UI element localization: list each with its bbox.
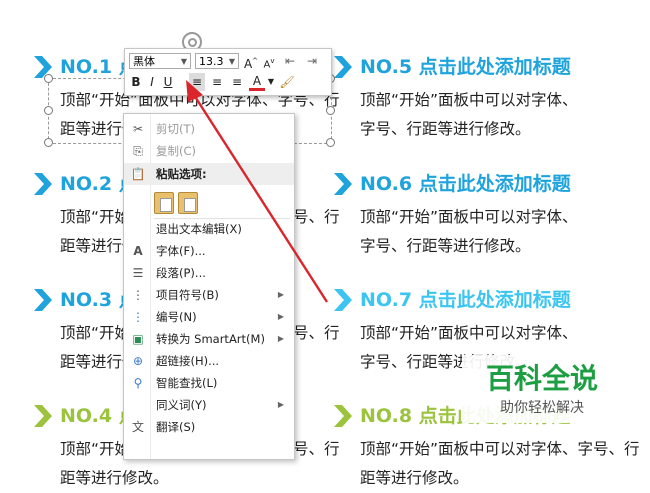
watermark-subtitle: 助你轻松解决 xyxy=(500,400,584,416)
watermark: 百科全说 助你轻松解决 xyxy=(462,355,622,423)
watermark-title: 百科全说 xyxy=(485,362,598,395)
